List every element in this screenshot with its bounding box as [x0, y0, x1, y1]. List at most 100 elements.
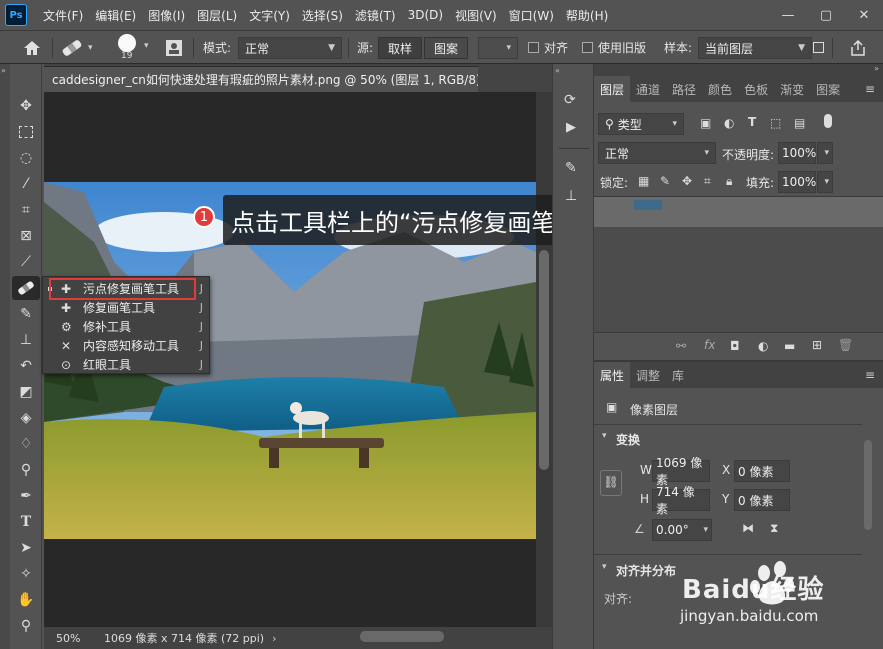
shape-filter-icon[interactable]: ⬚	[770, 116, 781, 130]
chevron-down-icon[interactable]: ▾	[602, 562, 607, 572]
menu-edit[interactable]: 编辑(E)	[89, 7, 142, 24]
lock-position-icon[interactable]: ✥	[682, 174, 692, 188]
sample-select[interactable]: 当前图层 ▼	[698, 37, 812, 59]
menu-image[interactable]: 图像(I)	[142, 7, 191, 24]
menu-select[interactable]: 选择(S)	[296, 7, 349, 24]
history-brush-tool[interactable]: ↶	[12, 354, 40, 378]
height-input[interactable]: 714 像素	[652, 485, 710, 516]
brush-tool[interactable]: ✎	[12, 302, 40, 326]
document-tab[interactable]: caddesigner_cn如何快速处理有瑕疵的照片素材.png @ 50% (…	[44, 66, 478, 92]
angle-input[interactable]: 0.00° ▾	[652, 519, 712, 541]
vertical-scroll-thumb[interactable]	[539, 250, 549, 470]
lock-pixels-icon[interactable]: ✎	[660, 174, 670, 188]
fx-icon[interactable]: fx	[704, 338, 715, 352]
tab-channels[interactable]: 通道	[630, 81, 666, 98]
opacity-dropdown[interactable]: ▾	[817, 142, 833, 164]
tab-adjustments[interactable]: 调整	[630, 367, 666, 384]
lasso-tool[interactable]: ◌	[12, 146, 40, 170]
status-menu-icon[interactable]: ›	[272, 632, 276, 645]
minimize-button[interactable]: —	[769, 8, 807, 23]
collapse-icon[interactable]: «	[555, 66, 560, 75]
aligned-checkbox[interactable]: 对齐	[528, 31, 568, 64]
blend-mode-select[interactable]: 正常 ▾	[598, 142, 716, 164]
crop-tool[interactable]: ⌗	[12, 198, 40, 222]
fill-input[interactable]: 100%	[778, 171, 816, 193]
link-icon[interactable]: ⚯	[676, 339, 686, 353]
brush-size-picker[interactable]: 19 ▾	[112, 31, 156, 64]
mode-select[interactable]: 正常 ▼	[238, 37, 342, 59]
tab-properties[interactable]: 属性	[594, 362, 631, 388]
filter-toggle[interactable]	[824, 114, 832, 128]
menu-help[interactable]: 帮助(H)	[560, 7, 614, 24]
paint-bucket-tool[interactable]: ◈	[12, 406, 40, 430]
tab-swatches[interactable]: 色板	[738, 81, 774, 98]
clone-source-icon[interactable]: ⊥	[565, 188, 577, 204]
menu-window[interactable]: 窗口(W)	[503, 7, 560, 24]
pattern-picker[interactable]: ▾	[478, 37, 518, 59]
menu-type[interactable]: 文字(Y)	[243, 7, 296, 24]
horizontal-scroll-thumb[interactable]	[360, 631, 444, 642]
pen-tool[interactable]: ✒	[12, 484, 40, 508]
blur-tool[interactable]: ♢	[12, 432, 40, 456]
healing-tool[interactable]	[12, 276, 40, 300]
collapse-icon[interactable]: »	[1, 66, 6, 75]
smart-object-filter-icon[interactable]: ▤	[794, 116, 805, 130]
type-tool[interactable]: T	[12, 510, 40, 534]
fill-dropdown[interactable]: ▾	[817, 171, 833, 193]
menu-3d[interactable]: 3D(D)	[402, 8, 449, 22]
adjustment-filter-icon[interactable]: ◐	[724, 116, 734, 130]
tab-gradients[interactable]: 渐变	[774, 81, 810, 98]
x-input[interactable]: 0 像素	[734, 460, 790, 482]
share-button[interactable]	[850, 31, 870, 64]
flyout-item-healing-brush[interactable]: ✚ 修复画笔工具 J	[43, 298, 209, 317]
move-tool[interactable]: ✥	[12, 94, 40, 118]
tab-color[interactable]: 颜色	[702, 81, 738, 98]
pixel-filter-icon[interactable]: ▣	[700, 116, 711, 130]
tab-layers[interactable]: 图层	[594, 76, 631, 102]
link-dimensions-button[interactable]: ⛓︎	[600, 470, 622, 496]
dodge-tool[interactable]: ⚲	[12, 458, 40, 482]
menu-file[interactable]: 文件(F)	[37, 7, 89, 24]
menu-filter[interactable]: 滤镜(T)	[349, 7, 402, 24]
restore-button[interactable]: ▢	[807, 8, 845, 23]
play-icon[interactable]: ▶	[566, 120, 576, 135]
flip-vertical-icon[interactable]: ⧗	[770, 521, 778, 536]
lock-all-icon[interactable]: 🔒︎	[726, 174, 732, 189]
frame-tool[interactable]: ⊠	[12, 224, 40, 248]
lock-transparent-icon[interactable]: ▦	[638, 174, 649, 188]
flyout-item-patch[interactable]: ⚙ 修补工具 J	[43, 317, 209, 336]
flyout-item-red-eye[interactable]: ⊙ 红眼工具 J	[43, 355, 209, 374]
panel-menu-icon[interactable]: ≡	[865, 82, 875, 96]
tab-patterns[interactable]: 图案	[810, 81, 846, 98]
marquee-tool[interactable]	[12, 120, 40, 144]
clone-stamp-tool[interactable]: ⊥	[12, 328, 40, 352]
quick-select-tool[interactable]: ⁄	[12, 172, 40, 196]
brush-settings-button[interactable]	[162, 31, 186, 64]
zoom-level[interactable]: 50%	[56, 632, 96, 645]
menu-view[interactable]: 视图(V)	[449, 7, 503, 24]
collapse-icon[interactable]: »	[874, 64, 879, 73]
panel-menu-icon[interactable]: ≡	[865, 368, 875, 382]
type-filter-icon[interactable]: T	[748, 115, 756, 129]
folder-icon[interactable]: ▬	[784, 339, 795, 353]
sampled-button[interactable]: 取样	[378, 37, 422, 59]
width-input[interactable]: 1069 像素	[652, 456, 710, 487]
eraser-tool[interactable]: ◩	[12, 380, 40, 404]
layer-row[interactable]	[594, 197, 883, 227]
menu-layer[interactable]: 图层(L)	[191, 7, 243, 24]
opacity-input[interactable]: 100%	[778, 142, 816, 164]
shape-tool[interactable]: ✧	[12, 562, 40, 586]
y-input[interactable]: 0 像素	[734, 489, 790, 511]
history-icon[interactable]: ⟳	[564, 92, 576, 108]
trash-icon[interactable]: 🗑︎	[838, 338, 853, 352]
close-window-button[interactable]: ✕	[845, 8, 883, 23]
pattern-button[interactable]: 图案	[424, 37, 468, 59]
ignore-adjustment-icon[interactable]	[813, 31, 827, 64]
eyedropper-tool[interactable]: ⟋	[12, 250, 40, 274]
properties-scroll-thumb[interactable]	[864, 440, 872, 530]
mask-icon[interactable]: ◘	[730, 339, 740, 353]
adjustment-icon[interactable]: ◐	[758, 339, 768, 353]
tab-libraries[interactable]: 库	[666, 367, 690, 384]
layer-filter-select[interactable]: ⚲ 类型 ▾	[598, 113, 684, 135]
zoom-tool[interactable]: ⚲	[12, 614, 40, 638]
